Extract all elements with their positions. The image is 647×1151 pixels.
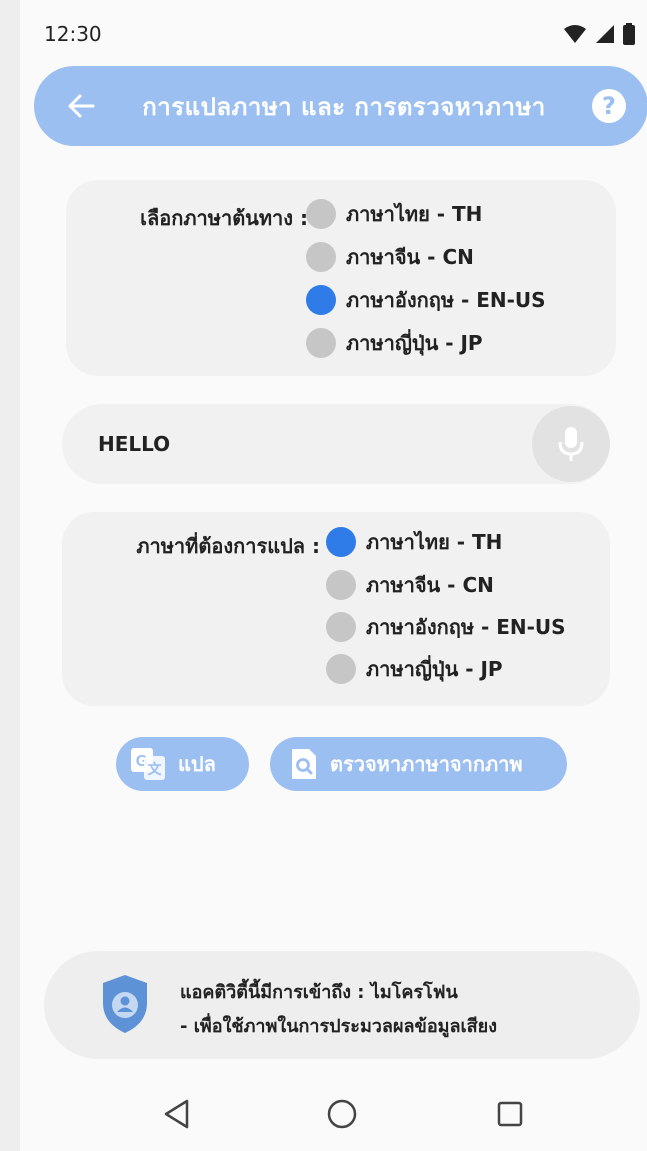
- image-search-icon: [292, 749, 316, 779]
- option-label: ภาษาอังกฤษ - EN-US: [366, 615, 566, 639]
- option-label: ภาษาจีน - CN: [346, 245, 474, 269]
- target-option-cn[interactable]: ภาษาจีน - CN: [326, 569, 494, 601]
- question-icon[interactable]: ?: [592, 89, 626, 123]
- radio-button[interactable]: [306, 242, 336, 272]
- translate-label: แปล: [178, 752, 216, 776]
- target-option-jp[interactable]: ภาษาญี่ปุ่น - JP: [326, 653, 503, 685]
- arrow-left-icon[interactable]: [66, 91, 96, 121]
- back-triangle-icon[interactable]: [162, 1098, 190, 1130]
- wifi-icon: [564, 25, 586, 43]
- option-label: ภาษาญี่ปุ่น - JP: [366, 657, 503, 681]
- detect-label: ตรวจหาภาษาจากภาพ: [330, 752, 523, 776]
- option-label: ภาษาไทย - TH: [346, 202, 483, 226]
- source-language-card: เลือกภาษาต้นทาง : ภาษาไทย - TH ภาษาจีน -…: [66, 180, 616, 376]
- permission-notice: แอคติวิตี้นี้มีการเข้าถึง : ไมโครโฟน - เ…: [44, 951, 640, 1059]
- target-option-th[interactable]: ภาษาไทย - TH: [326, 526, 502, 558]
- notice-line-2: - เพื่อใช้ภาพในการประมวลผลข้อมูลเสียง: [180, 1016, 498, 1037]
- status-icons: [563, 23, 635, 45]
- microphone-icon: [558, 427, 584, 461]
- option-label: ภาษาจีน - CN: [366, 573, 494, 597]
- status-time: 12:30: [44, 22, 102, 46]
- radio-button[interactable]: [326, 654, 356, 684]
- page-title: การแปลภาษา และ การตรวจหาภาษา: [142, 92, 546, 121]
- source-option-cn[interactable]: ภาษาจีน - CN: [306, 241, 474, 273]
- option-label: ภาษาไทย - TH: [366, 530, 503, 554]
- shield-user-icon: [103, 975, 147, 1033]
- radio-button-selected[interactable]: [326, 527, 356, 557]
- source-option-jp[interactable]: ภาษาญี่ปุ่น - JP: [306, 327, 483, 359]
- radio-button-selected[interactable]: [306, 285, 336, 315]
- recents-square-icon[interactable]: [496, 1098, 524, 1130]
- notice-line-1: แอคติวิตี้นี้มีการเข้าถึง : ไมโครโฟน: [180, 982, 458, 1003]
- target-option-en-us[interactable]: ภาษาอังกฤษ - EN-US: [326, 611, 566, 643]
- app-bar: การแปลภาษา และ การตรวจหาภาษา ?: [34, 66, 647, 146]
- signal-icon: [596, 25, 614, 43]
- status-bar: 12:30: [20, 0, 647, 68]
- radio-button[interactable]: [326, 570, 356, 600]
- source-option-en-us[interactable]: ภาษาอังกฤษ - EN-US: [306, 284, 546, 316]
- source-option-th[interactable]: ภาษาไทย - TH: [306, 198, 482, 230]
- google-translate-icon: G 文: [131, 748, 165, 780]
- text-input-field[interactable]: HELLO: [62, 404, 610, 484]
- app-screen: 12:30 การแปลภาษา และ การตรวจหาภาษา ? เลื…: [20, 0, 647, 1151]
- battery-icon: [623, 23, 635, 45]
- input-value[interactable]: HELLO: [98, 404, 170, 484]
- target-language-card: ภาษาที่ต้องการแปล : ภาษาไทย - TH ภาษาจีน…: [62, 512, 610, 706]
- microphone-button[interactable]: [532, 406, 610, 482]
- detect-language-from-image-button[interactable]: ตรวจหาภาษาจากภาพ: [270, 737, 567, 791]
- radio-button[interactable]: [326, 612, 356, 642]
- radio-button[interactable]: [306, 199, 336, 229]
- translate-button[interactable]: G 文 แปล: [116, 737, 249, 791]
- home-circle-icon[interactable]: [326, 1098, 358, 1130]
- target-language-label: ภาษาที่ต้องการแปล :: [136, 534, 320, 558]
- option-label: ภาษาอังกฤษ - EN-US: [346, 288, 546, 312]
- option-label: ภาษาญี่ปุ่น - JP: [346, 331, 483, 355]
- radio-button[interactable]: [306, 328, 336, 358]
- source-language-label: เลือกภาษาต้นทาง :: [140, 206, 308, 230]
- svg-text:文: 文: [148, 761, 163, 777]
- navigation-bar: [20, 1080, 647, 1151]
